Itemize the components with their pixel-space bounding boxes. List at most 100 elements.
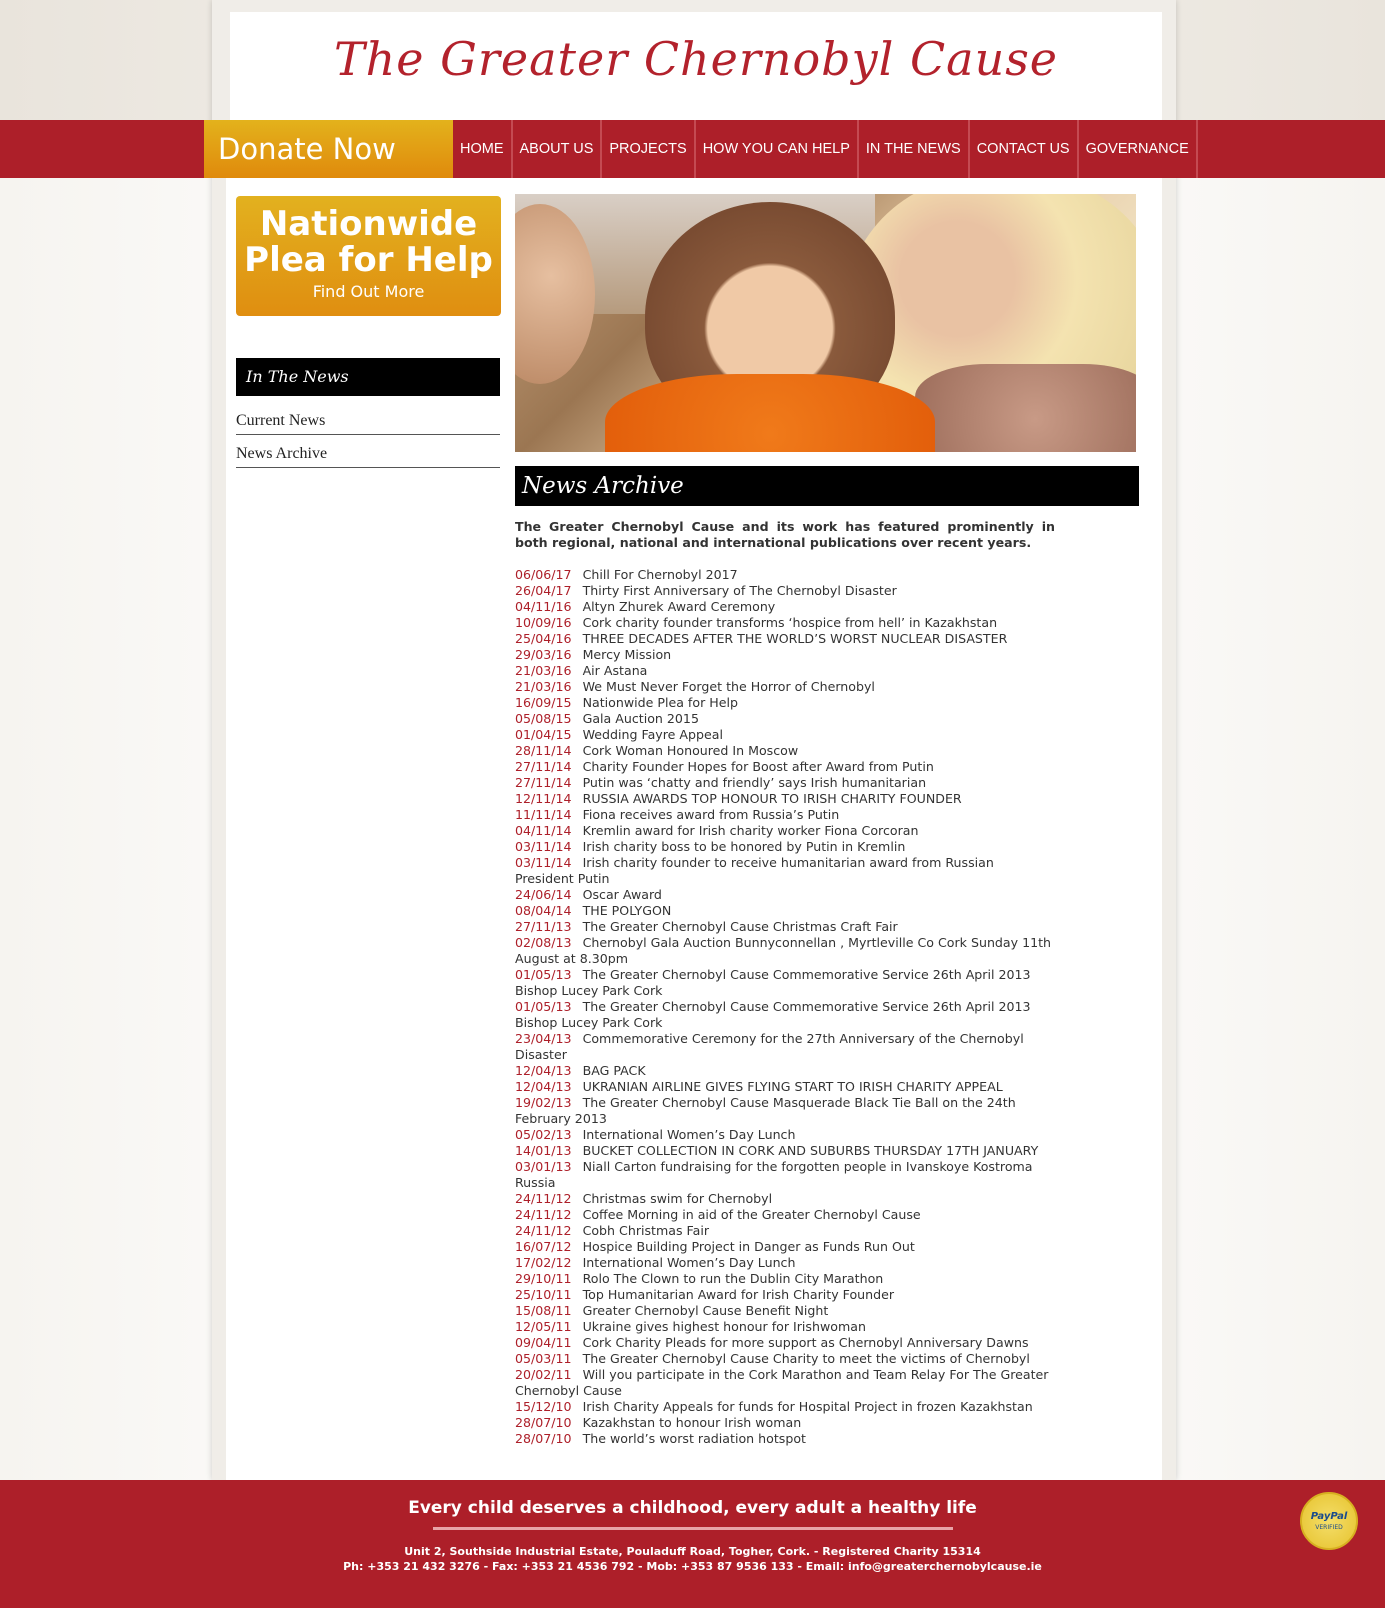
news-title-link[interactable]: Niall Carton fundraising for the forgott… xyxy=(515,1159,1033,1190)
nav-item-in-the-news[interactable]: IN THE NEWS xyxy=(859,120,970,178)
nav-item-governance[interactable]: GOVERNANCE xyxy=(1079,120,1198,178)
news-item[interactable]: 26/04/17 Thirty First Anniversary of The … xyxy=(515,583,1055,599)
news-item[interactable]: 04/11/14 Kremlin award for Irish charity … xyxy=(515,823,1055,839)
news-title-link[interactable]: RUSSIA AWARDS TOP HONOUR TO IRISH CHARIT… xyxy=(583,791,962,806)
news-title-link[interactable]: Irish charity boss to be honored by Puti… xyxy=(583,839,906,854)
news-item[interactable]: 15/08/11 Greater Chernobyl Cause Benefit … xyxy=(515,1303,1055,1319)
news-item[interactable]: 24/11/12 Cobh Christmas Fair xyxy=(515,1223,1055,1239)
news-item[interactable]: 05/08/15 Gala Auction 2015 xyxy=(515,711,1055,727)
news-title-link[interactable]: Cork Charity Pleads for more support as … xyxy=(583,1335,1029,1350)
nav-item-about-us[interactable]: ABOUT US xyxy=(513,120,603,178)
news-title-link[interactable]: Commemorative Ceremony for the 27th Anni… xyxy=(515,1031,1024,1062)
news-title-link[interactable]: The world’s worst radiation hotspot xyxy=(583,1431,806,1446)
news-title-link[interactable]: International Women’s Day Lunch xyxy=(583,1255,796,1270)
news-title-link[interactable]: Top Humanitarian Award for Irish Charity… xyxy=(583,1287,895,1302)
news-item[interactable]: 08/04/14 THE POLYGON xyxy=(515,903,1055,919)
news-title-link[interactable]: We Must Never Forget the Horror of Chern… xyxy=(583,679,875,694)
news-title-link[interactable]: UKRANIAN AIRLINE GIVES FLYING START TO I… xyxy=(583,1079,1003,1094)
nav-item-home[interactable]: HOME xyxy=(453,120,513,178)
news-title-link[interactable]: The Greater Chernobyl Cause Charity to m… xyxy=(583,1351,1030,1366)
news-item[interactable]: 21/03/16 Air Astana xyxy=(515,663,1055,679)
news-title-link[interactable]: The Greater Chernobyl Cause Commemorativ… xyxy=(515,999,1031,1030)
news-item[interactable]: 05/03/11 The Greater Chernobyl Cause Char… xyxy=(515,1351,1055,1367)
paypal-verified-badge[interactable]: PayPal VERIFIED xyxy=(1300,1492,1358,1550)
news-item[interactable]: 24/11/12 Christmas swim for Chernobyl xyxy=(515,1191,1055,1207)
news-title-link[interactable]: Kazakhstan to honour Irish woman xyxy=(583,1415,802,1430)
news-title-link[interactable]: Charity Founder Hopes for Boost after Aw… xyxy=(583,759,934,774)
news-item[interactable]: 02/08/13 Chernobyl Gala Auction Bunnyconn… xyxy=(515,935,1055,967)
news-item[interactable]: 01/05/13 The Greater Chernobyl Cause Comm… xyxy=(515,967,1055,999)
news-title-link[interactable]: THREE DECADES AFTER THE WORLD’S WORST NU… xyxy=(583,631,1008,646)
news-title-link[interactable]: THE POLYGON xyxy=(583,903,672,918)
news-item[interactable]: 16/09/15 Nationwide Plea for Help xyxy=(515,695,1055,711)
news-item[interactable]: 16/07/12 Hospice Building Project in Dang… xyxy=(515,1239,1055,1255)
news-item[interactable]: 12/11/14 RUSSIA AWARDS TOP HONOUR TO IRIS… xyxy=(515,791,1055,807)
news-item[interactable]: 27/11/14 Charity Founder Hopes for Boost … xyxy=(515,759,1055,775)
news-item[interactable]: 14/01/13 BUCKET COLLECTION IN CORK AND SU… xyxy=(515,1143,1055,1159)
news-title-link[interactable]: Cobh Christmas Fair xyxy=(583,1223,709,1238)
news-title-link[interactable]: Putin was ‘chatty and friendly’ says Iri… xyxy=(583,775,927,790)
news-item[interactable]: 10/09/16 Cork charity founder transforms … xyxy=(515,615,1055,631)
nationwide-plea-banner[interactable]: Nationwide Plea for Help Find Out More xyxy=(236,196,501,316)
news-item[interactable]: 03/11/14 Irish charity founder to receive… xyxy=(515,855,1055,887)
news-title-link[interactable]: Wedding Fayre Appeal xyxy=(583,727,723,742)
news-item[interactable]: 19/02/13 The Greater Chernobyl Cause Masq… xyxy=(515,1095,1055,1127)
news-title-link[interactable]: Air Astana xyxy=(583,663,648,678)
news-title-link[interactable]: Gala Auction 2015 xyxy=(583,711,699,726)
news-title-link[interactable]: Irish charity founder to receive humanit… xyxy=(515,855,994,886)
news-item[interactable]: 20/02/11 Will you participate in the Cork… xyxy=(515,1367,1055,1399)
news-title-link[interactable]: Christmas swim for Chernobyl xyxy=(583,1191,773,1206)
news-item[interactable]: 28/11/14 Cork Woman Honoured In Moscow xyxy=(515,743,1055,759)
news-item[interactable]: 24/11/12 Coffee Morning in aid of the Gre… xyxy=(515,1207,1055,1223)
news-title-link[interactable]: Coffee Morning in aid of the Greater Che… xyxy=(583,1207,921,1222)
news-item[interactable]: 03/11/14 Irish charity boss to be honored… xyxy=(515,839,1055,855)
news-title-link[interactable]: The Greater Chernobyl Cause Christmas Cr… xyxy=(583,919,898,934)
nav-item-projects[interactable]: PROJECTS xyxy=(602,120,696,178)
news-item[interactable]: 12/05/11 Ukraine gives highest honour for… xyxy=(515,1319,1055,1335)
news-item[interactable]: 27/11/14 Putin was ‘chatty and friendly’ … xyxy=(515,775,1055,791)
news-title-link[interactable]: Irish Charity Appeals for funds for Hosp… xyxy=(583,1399,1033,1414)
news-title-link[interactable]: Rolo The Clown to run the Dublin City Ma… xyxy=(583,1271,884,1286)
news-title-link[interactable]: Kremlin award for Irish charity worker F… xyxy=(583,823,919,838)
news-title-link[interactable]: Chernobyl Gala Auction Bunnyconnellan , … xyxy=(515,935,1051,966)
news-item[interactable]: 09/04/11 Cork Charity Pleads for more sup… xyxy=(515,1335,1055,1351)
news-item[interactable]: 25/10/11 Top Humanitarian Award for Irish… xyxy=(515,1287,1055,1303)
news-title-link[interactable]: Mercy Mission xyxy=(583,647,672,662)
news-item[interactable]: 12/04/13 BAG PACK xyxy=(515,1063,1055,1079)
news-item[interactable]: 04/11/16 Altyn Zhurek Award Ceremony xyxy=(515,599,1055,615)
news-item[interactable]: 12/04/13 UKRANIAN AIRLINE GIVES FLYING ST… xyxy=(515,1079,1055,1095)
news-item[interactable]: 29/10/11 Rolo The Clown to run the Dublin… xyxy=(515,1271,1055,1287)
news-title-link[interactable]: Ukraine gives highest honour for Irishwo… xyxy=(583,1319,866,1334)
news-title-link[interactable]: Cork charity founder transforms ‘hospice… xyxy=(583,615,998,630)
news-item[interactable]: 21/03/16 We Must Never Forget the Horror … xyxy=(515,679,1055,695)
news-title-link[interactable]: The Greater Chernobyl Cause Commemorativ… xyxy=(515,967,1031,998)
news-item[interactable]: 27/11/13 The Greater Chernobyl Cause Chri… xyxy=(515,919,1055,935)
news-item[interactable]: 24/06/14 Oscar Award xyxy=(515,887,1055,903)
news-title-link[interactable]: The Greater Chernobyl Cause Masquerade B… xyxy=(515,1095,1016,1126)
news-item[interactable]: 05/02/13 International Women’s Day Lunch xyxy=(515,1127,1055,1143)
news-title-link[interactable]: BUCKET COLLECTION IN CORK AND SUBURBS TH… xyxy=(583,1143,1039,1158)
news-item[interactable]: 29/03/16 Mercy Mission xyxy=(515,647,1055,663)
news-item[interactable]: 15/12/10 Irish Charity Appeals for funds … xyxy=(515,1399,1055,1415)
news-title-link[interactable]: Fiona receives award from Russia’s Putin xyxy=(583,807,840,822)
news-item[interactable]: 01/05/13 The Greater Chernobyl Cause Comm… xyxy=(515,999,1055,1031)
news-title-link[interactable]: Chill For Chernobyl 2017 xyxy=(583,567,738,582)
news-item[interactable]: 01/04/15 Wedding Fayre Appeal xyxy=(515,727,1055,743)
news-title-link[interactable]: Greater Chernobyl Cause Benefit Night xyxy=(583,1303,829,1318)
site-title[interactable]: The Greater Chernobyl Cause xyxy=(230,32,1162,86)
news-title-link[interactable]: International Women’s Day Lunch xyxy=(583,1127,796,1142)
news-item[interactable]: 17/02/12 International Women’s Day Lunch xyxy=(515,1255,1055,1271)
news-title-link[interactable]: BAG PACK xyxy=(583,1063,646,1078)
news-item[interactable]: 03/01/13 Niall Carton fundraising for the… xyxy=(515,1159,1055,1191)
news-title-link[interactable]: Altyn Zhurek Award Ceremony xyxy=(583,599,776,614)
news-item[interactable]: 28/07/10 The world’s worst radiation hots… xyxy=(515,1431,1055,1447)
news-item[interactable]: 28/07/10 Kazakhstan to honour Irish woman xyxy=(515,1415,1055,1431)
sidebar-link-news-archive[interactable]: News Archive xyxy=(236,445,500,468)
news-title-link[interactable]: Nationwide Plea for Help xyxy=(583,695,738,710)
news-title-link[interactable]: Oscar Award xyxy=(583,887,662,902)
news-title-link[interactable]: Hospice Building Project in Danger as Fu… xyxy=(583,1239,915,1254)
news-title-link[interactable]: Cork Woman Honoured In Moscow xyxy=(583,743,799,758)
news-item[interactable]: 25/04/16 THREE DECADES AFTER THE WORLD’S … xyxy=(515,631,1055,647)
sidebar-link-current-news[interactable]: Current News xyxy=(236,412,500,435)
news-item[interactable]: 23/04/13 Commemorative Ceremony for the 2… xyxy=(515,1031,1055,1063)
